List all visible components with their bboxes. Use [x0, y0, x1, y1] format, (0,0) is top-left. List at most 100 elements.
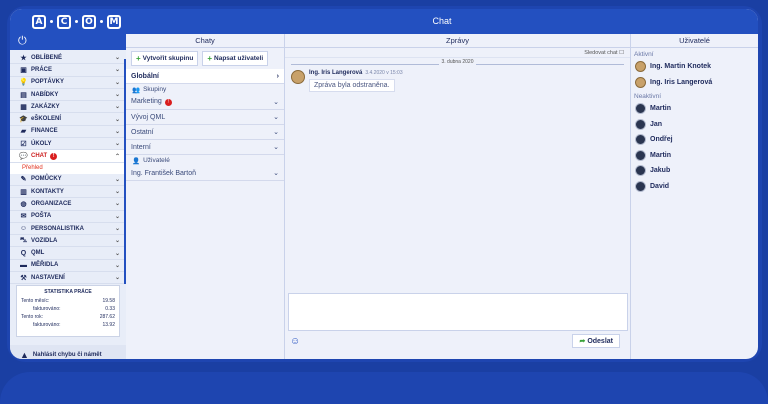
- sidebar-item-chat[interactable]: 💬 CHAT! ⌃: [10, 150, 126, 163]
- chat-user[interactable]: Ing. František Bartoň ⌄: [126, 166, 284, 181]
- date-separator: 3. dubna 2020: [291, 59, 624, 69]
- chevron-down-icon: ⌄: [273, 129, 279, 136]
- contacts-icon: ▥: [20, 188, 27, 196]
- sidebar-item-label: VOZIDLA: [31, 237, 58, 244]
- chat-group-label: Interní: [131, 144, 273, 151]
- sidebar-item-document[interactable]: ▤ NABÍDKY ⌄: [10, 89, 126, 102]
- chevron-down-icon: ⌄: [114, 116, 120, 123]
- group-icon: 👥: [132, 86, 141, 94]
- user-row[interactable]: Martin: [631, 101, 758, 117]
- chevron-down-icon: ⌄: [114, 201, 120, 208]
- chevron-down-icon: ⌄: [114, 104, 120, 111]
- checkbox-icon[interactable]: ☐: [619, 50, 624, 56]
- user-row[interactable]: Jan: [631, 117, 758, 133]
- user-row[interactable]: Ing. Iris Langerová: [631, 75, 758, 91]
- sidebar-subitem-overview[interactable]: Přehled: [10, 162, 126, 174]
- message-user-label: Napsat uživateli: [214, 55, 264, 62]
- chevron-up-icon: ⌃: [114, 153, 120, 160]
- chat-group[interactable]: Vývoj QML ⌄: [126, 110, 284, 125]
- sidebar-item-qml[interactable]: Q QML ⌄: [10, 247, 126, 260]
- sidebar-menu: ★ OBLÍBENÉ ⌄ ▣ PRÁCE ⌄ 💡 POPTÁVKY ⌄ ▤ NABÍDKY ⌄ ▦ ZAK…: [10, 50, 126, 285]
- message-header: Ing. Iris Langerová 3.4.2020 v 15:03: [309, 70, 403, 76]
- logo-letter: A: [32, 14, 46, 29]
- follow-chat-toggle[interactable]: Sledovat chat ☐: [285, 48, 630, 58]
- stats-label: Tento měsíc:: [21, 298, 50, 304]
- sidebar-item-checklist[interactable]: ☑ ÚKOLY ⌄: [10, 138, 126, 151]
- settings-tools-icon: ⚒: [20, 274, 27, 282]
- sidebar-item-people[interactable]: ☺ PERSONALISTIKA ⌄: [10, 223, 126, 236]
- message-user-button[interactable]: + Napsat uživateli: [202, 51, 269, 66]
- sidebar-item-label: NASTAVENÍ: [31, 274, 65, 281]
- chat-group[interactable]: Ostatní ⌄: [126, 125, 284, 140]
- user-name: Ing. Iris Langerová: [650, 78, 713, 86]
- sidebar-item-label: POMŮCKY: [31, 176, 62, 183]
- sidebar-item-star[interactable]: ★ OBLÍBENÉ ⌄: [10, 52, 126, 65]
- report-bug-button[interactable]: ▲ Nahlásit chybu či námět: [10, 345, 126, 359]
- power-row: ⏻: [10, 34, 126, 50]
- date-label: 3. dubna 2020: [438, 59, 477, 65]
- user-row[interactable]: Ing. Martin Knotek: [631, 59, 758, 75]
- sidebar-item-label: CHAT!: [31, 152, 115, 160]
- user-row[interactable]: David: [631, 179, 758, 195]
- sidebar-item-ruler[interactable]: ▬ MĚŘIDLA ⌄: [10, 260, 126, 273]
- sidebar-item-money[interactable]: ▰ FINANCE ⌄: [10, 126, 126, 139]
- mail-icon: ✉: [20, 213, 27, 221]
- logo[interactable]: A C O M: [10, 9, 126, 34]
- send-button[interactable]: ➦ Odeslat: [572, 334, 620, 348]
- groups-section: 👥 Skupiny: [126, 84, 284, 95]
- message-author[interactable]: Ing. Iris Langerová: [309, 70, 362, 76]
- stats-label: fakturováno:: [33, 306, 61, 312]
- groups-list: Marketing! ⌄ Vývoj QML ⌄ Ostatní ⌄ Interní ⌄: [126, 95, 284, 155]
- user-row[interactable]: Jakub: [631, 163, 758, 179]
- create-group-button[interactable]: + Vytvořit skupinu: [131, 51, 199, 66]
- chat-global[interactable]: Globální ›: [126, 69, 284, 84]
- sidebar-item-lightbulb[interactable]: 💡 POPTÁVKY ⌄: [10, 77, 126, 89]
- message-body: Ing. Iris Langerová 3.4.2020 v 15:03 Zprá…: [309, 70, 403, 92]
- emoji-icon[interactable]: ☺: [290, 336, 300, 347]
- sidebar-item-label: POPTÁVKY: [31, 79, 65, 86]
- sidebar-item-label: ZAKÁZKY: [31, 103, 60, 110]
- sidebar-item-mail[interactable]: ✉ POŠTA ⌄: [10, 211, 126, 223]
- messages-header: Zprávy: [285, 34, 630, 48]
- stats-label: Tento rok:: [21, 314, 43, 320]
- sidebar-item-contacts[interactable]: ▥ KONTAKTY ⌄: [10, 186, 126, 199]
- chat-group[interactable]: Interní ⌄: [126, 140, 284, 155]
- sidebar-item-briefcase[interactable]: ▣ PRÁCE ⌄: [10, 64, 126, 77]
- messages-panel: Zprávy Sledovat chat ☐ 3. dubna 2020 Ing…: [285, 34, 631, 359]
- notification-badge: !: [50, 152, 58, 160]
- avatar: [635, 149, 646, 161]
- work-stats: STATISTIKA PRÁCE Tento měsíc: 19.58 faktu…: [16, 285, 120, 337]
- sidebar-item-globe[interactable]: ◍ ORGANIZACE ⌄: [10, 198, 126, 211]
- sidebar-item-label: KONTAKTY: [31, 188, 64, 195]
- ruler-icon: ▬: [20, 261, 27, 269]
- sidebar-item-box[interactable]: ▦ ZAKÁZKY ⌄: [10, 101, 126, 114]
- user-name: Martin: [650, 151, 671, 159]
- sidebar-item-label: ÚKOLY: [31, 140, 52, 147]
- avatar: [635, 61, 646, 73]
- chat-group-label: Marketing!: [131, 98, 273, 106]
- power-icon[interactable]: ⏻: [18, 35, 27, 47]
- car-icon: ⛍: [19, 237, 28, 245]
- tools-icon: ✎: [20, 176, 27, 184]
- user-name: Ing. Martin Knotek: [650, 63, 712, 71]
- chat-group[interactable]: Marketing! ⌄: [126, 95, 284, 110]
- user-row[interactable]: Ondřej: [631, 132, 758, 148]
- user-row[interactable]: Martin: [631, 148, 758, 164]
- user-icon: 👤: [132, 157, 141, 165]
- chevron-down-icon: ⌄: [114, 128, 120, 135]
- chevron-down-icon: ⌄: [114, 92, 120, 99]
- sidebar-item-label: PRÁCE: [31, 66, 53, 73]
- message-input[interactable]: [288, 293, 628, 331]
- stats-value: 19.58: [102, 298, 115, 304]
- sidebar-item-graduation-cap[interactable]: 🎓 eŠKOLENÍ ⌄: [10, 113, 126, 126]
- chat-user-label: Ing. František Bartoň: [131, 169, 196, 177]
- sidebar-item-settings-tools[interactable]: ⚒ NASTAVENÍ ⌄: [10, 272, 126, 285]
- user-name: Jan: [650, 120, 663, 128]
- chevron-down-icon: ⌄: [273, 170, 279, 177]
- star-icon: ★: [20, 54, 27, 62]
- user-name: Jakub: [650, 167, 671, 175]
- sidebar-item-car[interactable]: ⛍ VOZIDLA ⌄: [10, 235, 126, 248]
- sidebar-item-tools[interactable]: ✎ POMŮCKY ⌄: [10, 174, 126, 186]
- stats-row: fakturováno: 0.33: [21, 305, 115, 313]
- user-name: Ondřej: [650, 136, 673, 144]
